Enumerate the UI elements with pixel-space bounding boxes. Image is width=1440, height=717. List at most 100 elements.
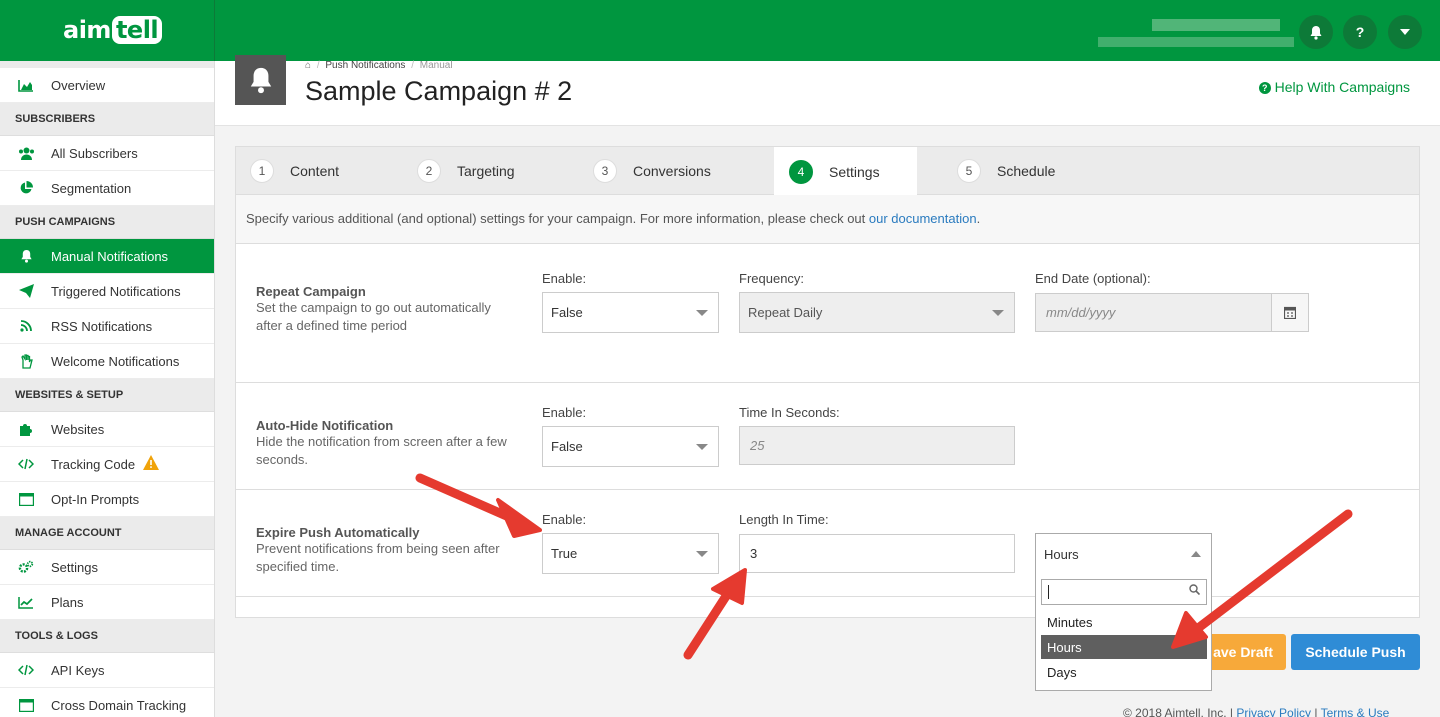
puzzle-icon bbox=[17, 422, 35, 436]
sidebar-item-label: Triggered Notifications bbox=[51, 283, 181, 299]
tab-settings[interactable]: 4 Settings bbox=[774, 147, 917, 196]
end-date-input[interactable]: mm/dd/yyyy bbox=[1035, 293, 1272, 332]
section-title: Repeat Campaign bbox=[256, 284, 366, 299]
warning-icon bbox=[143, 454, 160, 474]
sidebar-top-strip bbox=[0, 61, 214, 68]
sidebar-item-cross-domain-tracking[interactable]: Cross Domain Tracking bbox=[0, 688, 214, 717]
sidebar-item-manual-notifications[interactable]: Manual Notifications bbox=[0, 239, 214, 274]
sidebar-item-api-keys[interactable]: API Keys bbox=[0, 653, 214, 688]
section-description: Hide the notification from screen after … bbox=[256, 434, 507, 467]
dropdown-option-minutes[interactable]: Minutes bbox=[1041, 610, 1207, 634]
tab-label: Targeting bbox=[457, 163, 515, 179]
sidebar-item-label: Manual Notifications bbox=[51, 248, 169, 264]
sidebar-item-triggered-notifications[interactable]: Triggered Notifications bbox=[0, 274, 214, 309]
page-title: Sample Campaign # 2 bbox=[305, 76, 573, 106]
rss-icon bbox=[17, 319, 35, 333]
area-chart-icon bbox=[17, 78, 35, 92]
tab-number: 2 bbox=[417, 159, 441, 183]
repeat-campaign-section: Repeat Campaign Set the campaign to go o… bbox=[236, 244, 1419, 383]
dropdown-search-input[interactable] bbox=[1041, 579, 1207, 605]
dropdown-option-days[interactable]: Days bbox=[1041, 660, 1207, 684]
field-label: Time In Seconds: bbox=[739, 405, 840, 420]
sidebar-item-opt-in-prompts[interactable]: Opt-In Prompts bbox=[0, 482, 214, 517]
breadcrumb-push-notifications[interactable]: Push Notifications bbox=[325, 60, 405, 71]
sidebar-item-settings[interactable]: Settings bbox=[0, 550, 214, 585]
window-icon bbox=[17, 698, 35, 712]
pie-chart-icon bbox=[17, 181, 35, 195]
caret-up-icon bbox=[1191, 551, 1201, 557]
sidebar-item-websites[interactable]: Websites bbox=[0, 412, 214, 447]
wizard-tabs: 1 Content 2 Targeting 3 Conversions 4 Se… bbox=[236, 147, 1419, 196]
redacted-email bbox=[1098, 37, 1294, 47]
tab-conversions[interactable]: 3 Conversions bbox=[593, 147, 763, 195]
breadcrumb-separator: / bbox=[316, 60, 320, 71]
logo[interactable]: aim tell bbox=[63, 16, 163, 44]
tab-schedule[interactable]: 5 Schedule bbox=[957, 147, 1117, 195]
window-icon bbox=[17, 492, 35, 506]
redacted-username bbox=[1152, 19, 1280, 31]
caret-down-icon bbox=[696, 444, 708, 450]
sidebar: Overview SUBSCRIBERS All Subscribers Seg… bbox=[0, 61, 215, 717]
sidebar-item-overview[interactable]: Overview bbox=[0, 68, 214, 103]
settings-intro: Specify various additional (and optional… bbox=[236, 195, 1419, 244]
expire-unit-dropdown: Minutes Hours Days bbox=[1035, 573, 1212, 691]
select-value: Repeat Daily bbox=[748, 305, 823, 320]
schedule-push-button[interactable]: Schedule Push bbox=[1291, 634, 1420, 670]
sidebar-item-label: API Keys bbox=[51, 662, 105, 678]
sidebar-item-all-subscribers[interactable]: All Subscribers bbox=[0, 136, 214, 171]
sidebar-item-welcome-notifications[interactable]: Welcome Notifications bbox=[0, 344, 214, 379]
logo-area[interactable]: aim tell bbox=[0, 0, 215, 61]
sidebar-section-tools-logs: TOOLS & LOGS bbox=[0, 620, 214, 653]
repeat-frequency-select[interactable]: Repeat Daily bbox=[739, 292, 1015, 333]
section-description: Set the campaign to go out automatically… bbox=[256, 300, 491, 333]
auto-hide-section: Auto-Hide Notification Hide the notifica… bbox=[236, 383, 1419, 490]
help-with-campaigns-link[interactable]: ? Help With Campaigns bbox=[1258, 79, 1410, 95]
sidebar-item-tracking-code[interactable]: Tracking Code bbox=[0, 447, 214, 482]
hand-wave-icon bbox=[17, 353, 35, 369]
bell-icon bbox=[17, 249, 35, 263]
sidebar-item-plans[interactable]: Plans bbox=[0, 585, 214, 620]
campaign-settings-card: 1 Content 2 Targeting 3 Conversions 4 Se… bbox=[235, 146, 1420, 618]
text-cursor bbox=[1048, 585, 1049, 599]
sidebar-item-rss-notifications[interactable]: RSS Notifications bbox=[0, 309, 214, 344]
calendar-button[interactable] bbox=[1271, 293, 1309, 332]
logo-text-b: tell bbox=[111, 16, 163, 44]
expire-length-input[interactable]: 3 bbox=[739, 534, 1015, 573]
select-value: Hours bbox=[1044, 547, 1079, 562]
notifications-button[interactable] bbox=[1299, 15, 1333, 49]
help-button[interactable]: ? bbox=[1343, 15, 1377, 49]
logo-text-a: aim bbox=[63, 16, 111, 44]
home-icon[interactable]: ⌂ bbox=[305, 60, 311, 71]
tab-content[interactable]: 1 Content bbox=[250, 147, 400, 195]
field-label: Enable: bbox=[542, 271, 587, 286]
dropdown-option-hours[interactable]: Hours bbox=[1041, 635, 1207, 659]
code-icon bbox=[17, 457, 35, 471]
tab-label: Schedule bbox=[997, 163, 1056, 179]
documentation-link[interactable]: our documentation bbox=[869, 211, 977, 226]
auto-hide-seconds-input[interactable]: 25 bbox=[739, 426, 1015, 465]
terms-link[interactable]: Terms & Use bbox=[1321, 706, 1390, 717]
expire-unit-select[interactable]: Hours bbox=[1035, 533, 1212, 574]
auto-hide-enable-select[interactable]: False bbox=[542, 426, 719, 467]
line-chart-icon bbox=[17, 595, 35, 609]
sidebar-item-label: Plans bbox=[51, 594, 84, 610]
help-icon: ? bbox=[1355, 24, 1365, 40]
breadcrumb-separator: / bbox=[411, 60, 414, 71]
sidebar-item-segmentation[interactable]: Segmentation bbox=[0, 171, 214, 206]
repeat-enable-select[interactable]: False bbox=[542, 292, 719, 333]
field-label: Frequency: bbox=[739, 271, 805, 286]
tab-label: Content bbox=[290, 163, 340, 179]
gears-icon bbox=[17, 560, 35, 574]
sidebar-item-label: RSS Notifications bbox=[51, 318, 153, 334]
expire-push-section: Expire Push Automatically Prevent notifi… bbox=[236, 490, 1419, 597]
sidebar-item-label: All Subscribers bbox=[51, 145, 138, 161]
code-icon bbox=[17, 663, 35, 677]
account-menu-button[interactable] bbox=[1388, 15, 1422, 49]
privacy-policy-link[interactable]: Privacy Policy bbox=[1236, 706, 1311, 717]
sidebar-item-label: Cross Domain Tracking bbox=[51, 697, 187, 713]
field-label: Enable: bbox=[542, 405, 587, 420]
tab-targeting[interactable]: 2 Targeting bbox=[417, 147, 577, 195]
expire-enable-select[interactable]: True bbox=[542, 533, 719, 574]
sidebar-item-label: Websites bbox=[51, 421, 105, 437]
sidebar-item-label: Tracking Code bbox=[51, 456, 136, 472]
